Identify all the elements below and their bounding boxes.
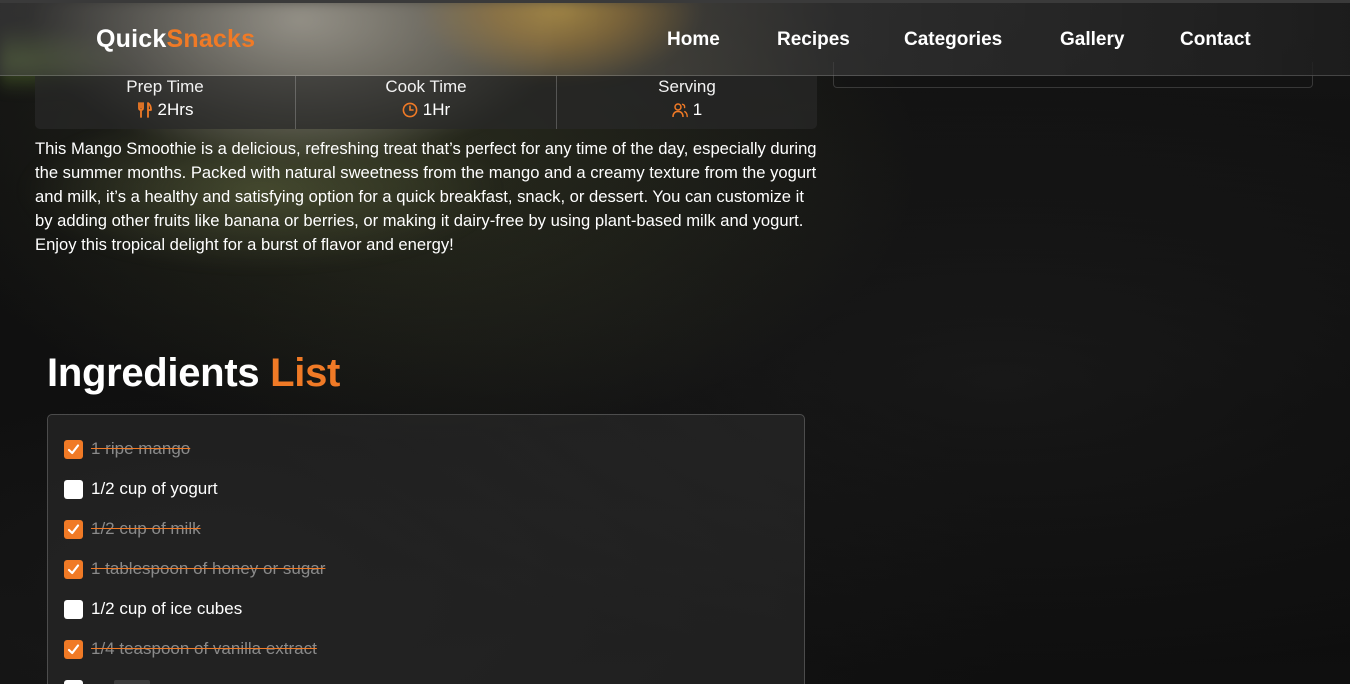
stat-value-row: 1 <box>672 100 702 120</box>
partial-ingredient-label <box>114 680 150 684</box>
ingredient-checkbox[interactable] <box>64 679 83 684</box>
checkmark-icon <box>67 523 80 534</box>
brand-logo[interactable]: QuickSnacks <box>96 25 255 54</box>
nav-link-recipes[interactable]: Recipes <box>777 29 850 51</box>
checkmark-icon <box>67 563 80 574</box>
stat-label: Cook Time <box>385 77 467 96</box>
ingredient-item[interactable]: 1 ripe mango <box>64 434 190 464</box>
stat-cook-time: Cook Time 1Hr <box>296 76 557 129</box>
nav-link-categories[interactable]: Categories <box>904 29 1002 51</box>
ingredient-checkbox[interactable] <box>64 639 83 659</box>
ingredient-checkbox[interactable] <box>64 559 83 579</box>
ingredient-checkbox[interactable] <box>64 439 83 459</box>
ingredient-item-partial[interactable] <box>64 674 83 684</box>
brand-logo-part-quick: Quick <box>96 25 167 53</box>
stat-value: 2Hrs <box>157 100 194 119</box>
stat-prep-time: Prep Time 2Hrs <box>35 76 296 129</box>
checkmark-icon <box>67 443 80 454</box>
ingredient-label: 1/2 cup of ice cubes <box>91 599 243 618</box>
ingredients-list: 1 ripe mango 1/2 cup of yogurt 1/2 cup o… <box>47 414 805 684</box>
stat-value-row: 2Hrs <box>137 100 194 120</box>
stat-serving: Serving 1 <box>557 76 817 129</box>
ingredient-label: 1/2 cup of milk <box>91 519 201 538</box>
clock-icon <box>402 102 418 118</box>
stat-value: 1 <box>692 100 703 119</box>
ingredient-item[interactable]: 1 tablespoon of honey or sugar <box>64 554 325 584</box>
stat-label: Serving <box>658 77 716 96</box>
nav-link-contact[interactable]: Contact <box>1180 29 1251 51</box>
stat-label: Prep Time <box>126 77 204 96</box>
stat-value: 1Hr <box>422 100 451 119</box>
navbar: QuickSnacks Home Recipes Categories Gall… <box>0 0 1350 76</box>
ingredient-item[interactable]: 1/2 cup of milk <box>64 514 201 544</box>
nav-link-home[interactable]: Home <box>667 29 720 51</box>
ingredient-label: 1/2 cup of yogurt <box>91 479 218 498</box>
nav-link-gallery[interactable]: Gallery <box>1060 29 1124 51</box>
brand-logo-part-snacks: Snacks <box>166 25 256 53</box>
ingredient-label: 1/4 teaspoon of vanilla extract <box>91 639 317 658</box>
ingredient-item[interactable]: 1/2 cup of ice cubes <box>64 594 242 624</box>
ingredient-item[interactable]: 1/4 teaspoon of vanilla extract <box>64 634 317 664</box>
ingredients-heading-part2: List <box>270 351 341 395</box>
ingredients-heading: Ingredients List <box>47 347 340 399</box>
recipe-stats-bar: Prep Time 2Hrs Cook Time 1Hr Serving 1 <box>35 76 817 129</box>
ingredient-checkbox[interactable] <box>64 479 83 499</box>
ingredient-item[interactable]: 1/2 cup of yogurt <box>64 474 218 504</box>
ingredient-label: 1 tablespoon of honey or sugar <box>91 559 326 578</box>
ingredient-label: 1 ripe mango <box>91 439 191 458</box>
ingredient-checkbox[interactable] <box>64 519 83 539</box>
recipe-description: This Mango Smoothie is a delicious, refr… <box>35 139 817 254</box>
ingredient-checkbox[interactable] <box>64 599 83 619</box>
checkmark-icon <box>67 643 80 654</box>
stat-value-row: 1Hr <box>402 100 450 120</box>
users-icon <box>672 103 688 118</box>
page: QuickSnacks Home Recipes Categories Gall… <box>0 0 1350 684</box>
utensils-icon <box>137 102 152 118</box>
ingredients-heading-part1: Ingredients <box>47 351 260 395</box>
